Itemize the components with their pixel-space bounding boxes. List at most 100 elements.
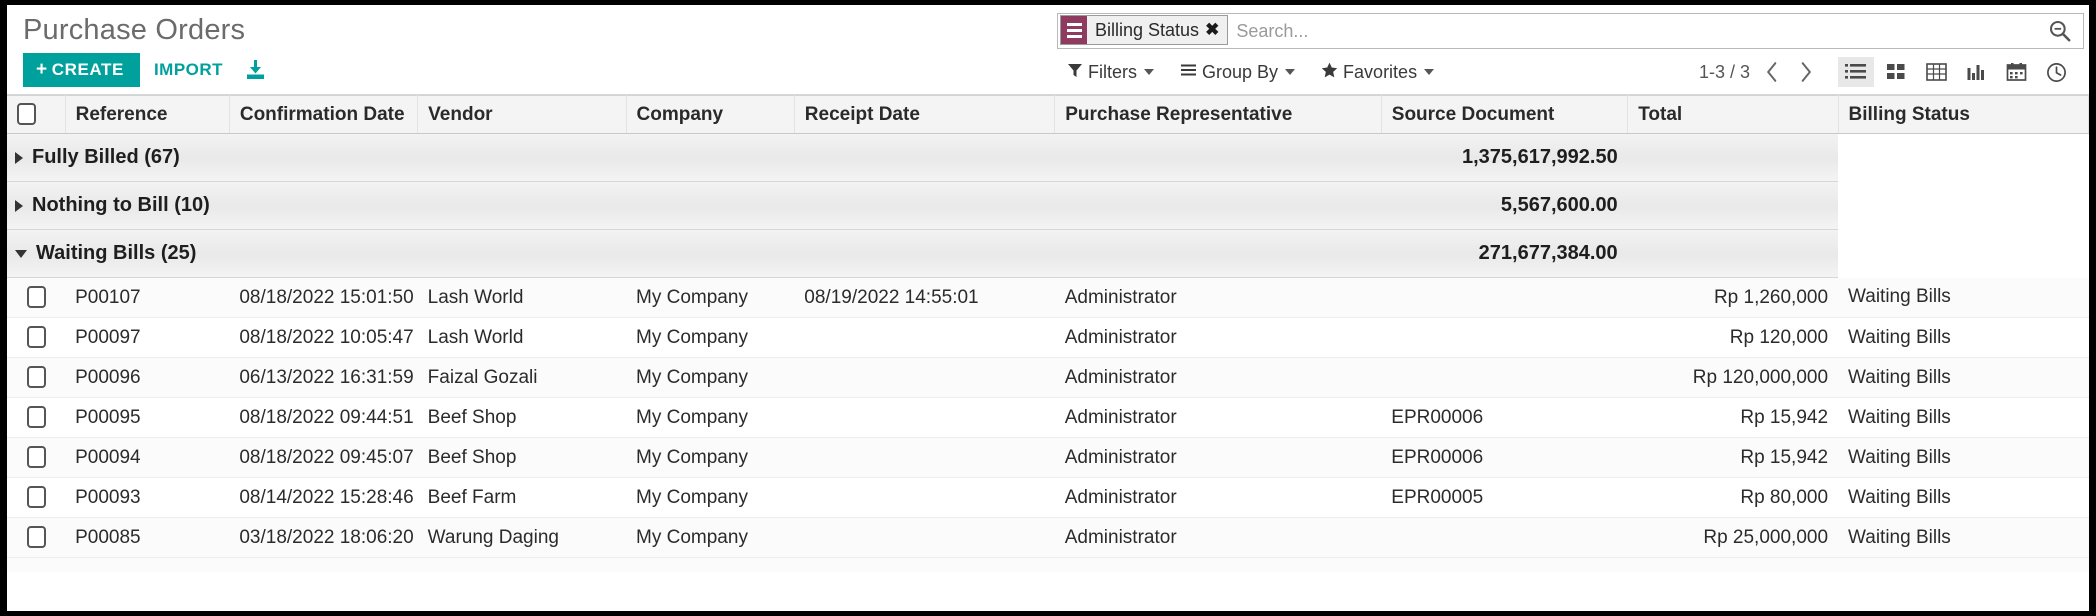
pager-nav bbox=[1764, 61, 1814, 83]
table-row[interactable]: P00107 08/18/2022 15:01:50 Lash World My… bbox=[7, 277, 2089, 318]
search-view[interactable]: Billing Status ✖ bbox=[1057, 13, 2084, 49]
table-header: Reference Confirmation Date Vendor Compa… bbox=[7, 95, 2089, 134]
search-icon[interactable] bbox=[2047, 14, 2083, 48]
cell-vendor: Faizal Gozali bbox=[427, 366, 538, 388]
table-row[interactable]: P00096 06/13/2022 16:31:59 Faizal Gozali… bbox=[7, 357, 2089, 398]
row-checkbox[interactable] bbox=[26, 406, 46, 429]
action-buttons: + CREATE IMPORT bbox=[23, 53, 267, 87]
row-select-cell bbox=[7, 278, 65, 318]
cell-vendor: Lash World bbox=[427, 326, 524, 348]
cell-billing-status: Waiting Bills bbox=[1848, 286, 1951, 308]
calendar-view-button[interactable] bbox=[1998, 57, 2034, 87]
select-all-checkbox[interactable] bbox=[17, 103, 36, 126]
kanban-view-button[interactable] bbox=[1878, 57, 1914, 87]
cell-reference[interactable]: P00094 bbox=[65, 438, 229, 478]
table-row[interactable]: P00094 08/18/2022 09:45:07 Beef Shop My … bbox=[7, 437, 2089, 478]
row-select-cell bbox=[7, 438, 65, 478]
group-label: Nothing to Bill (10) bbox=[32, 194, 210, 216]
page-title: Purchase Orders bbox=[23, 14, 246, 46]
filters-dropdown[interactable]: Filters bbox=[1067, 62, 1154, 83]
cell-total: Rp 80,000 bbox=[1740, 486, 1829, 508]
cell-reference[interactable]: P00097 bbox=[65, 318, 229, 358]
row-checkbox[interactable] bbox=[26, 446, 46, 469]
table-bottom-spacer bbox=[7, 557, 2089, 572]
group-header-cell: Fully Billed (67) bbox=[7, 133, 1382, 182]
filters-label: Filters bbox=[1088, 61, 1137, 82]
column-header-vendor[interactable]: Vendor bbox=[417, 95, 627, 134]
column-header-source-document[interactable]: Source Document bbox=[1381, 95, 1629, 134]
select-all-header bbox=[7, 95, 66, 134]
cell-confirmation-date: 08/14/2022 15:28:46 bbox=[239, 486, 414, 508]
chevron-down-icon bbox=[1285, 69, 1296, 75]
close-icon[interactable]: ✖ bbox=[1205, 16, 1227, 44]
cell-confirmation-date: 08/18/2022 09:44:51 bbox=[239, 406, 414, 428]
column-header-billing-status[interactable]: Billing Status bbox=[1838, 95, 2089, 134]
cell-source-document: EPR00006 bbox=[1391, 446, 1484, 468]
table-row[interactable]: P00095 08/18/2022 09:44:51 Beef Shop My … bbox=[7, 398, 2089, 438]
chevron-right-icon[interactable] bbox=[1798, 61, 1814, 83]
column-header-purchase-representative[interactable]: Purchase Representative bbox=[1054, 95, 1382, 134]
spacer-cell bbox=[7, 557, 2089, 572]
row-select-cell bbox=[7, 478, 65, 518]
cell-purchase-representative: Administrator bbox=[1064, 526, 1177, 548]
group-header-cell: Nothing to Bill (10) bbox=[7, 181, 1382, 230]
column-header-confirmation-date[interactable]: Confirmation Date bbox=[229, 95, 419, 134]
download-icon[interactable] bbox=[243, 58, 267, 82]
search-toolbar: Filters Group By Favorites 1-3 / 3 bbox=[1057, 53, 2084, 91]
list-view-button[interactable] bbox=[1838, 57, 1874, 87]
cell-reference[interactable]: P00085 bbox=[65, 518, 229, 558]
import-button[interactable]: IMPORT bbox=[154, 60, 223, 80]
row-checkbox[interactable] bbox=[26, 326, 46, 349]
search-facet-billing-status[interactable]: Billing Status ✖ bbox=[1060, 15, 1229, 45]
chevron-down-icon bbox=[15, 249, 27, 258]
graph-view-button[interactable] bbox=[1958, 57, 1994, 87]
groupby-dropdown[interactable]: Group By bbox=[1180, 61, 1296, 83]
column-header-company[interactable]: Company bbox=[626, 95, 795, 134]
purchase-orders-table: Reference Confirmation Date Vendor Compa… bbox=[7, 95, 2089, 572]
cell-source-document bbox=[1381, 358, 1627, 398]
cell-vendor: Lash World bbox=[427, 286, 524, 308]
search-facet-label: Billing Status bbox=[1095, 19, 1200, 40]
group-row-fully-billed[interactable]: Fully Billed (67) 1,375,617,992.50 bbox=[7, 133, 2089, 182]
row-checkbox[interactable] bbox=[26, 286, 46, 309]
cell-company: My Company bbox=[636, 366, 748, 388]
cell-billing-status: Waiting Bills bbox=[1848, 406, 1951, 428]
row-checkbox[interactable] bbox=[26, 526, 46, 549]
cell-receipt-date bbox=[794, 358, 1054, 398]
table-row[interactable]: P00085 03/18/2022 18:06:20 Warung Daging… bbox=[7, 517, 2089, 558]
filter-dropdowns: Filters Group By Favorites bbox=[1067, 61, 1435, 83]
cell-source-document: EPR00005 bbox=[1391, 486, 1484, 508]
table-row[interactable]: P00093 08/14/2022 15:28:46 Beef Farm My … bbox=[7, 478, 2089, 518]
cell-purchase-representative: Administrator bbox=[1064, 366, 1177, 388]
cell-vendor: Warung Daging bbox=[427, 526, 559, 548]
activity-view-button[interactable] bbox=[2038, 57, 2074, 87]
cell-total: Rp 15,942 bbox=[1740, 406, 1829, 428]
groupby-label: Group By bbox=[1202, 61, 1279, 82]
column-header-receipt-date[interactable]: Receipt Date bbox=[794, 95, 1056, 134]
odoo-purchase-orders-screen: Purchase Orders + CREATE IMPORT Billing … bbox=[0, 0, 2096, 616]
row-checkbox[interactable] bbox=[26, 486, 46, 509]
view-switcher bbox=[1838, 57, 2074, 87]
cell-reference[interactable]: P00107 bbox=[65, 278, 229, 318]
cell-reference[interactable]: P00096 bbox=[65, 358, 229, 398]
column-header-reference[interactable]: Reference bbox=[65, 95, 230, 134]
cell-billing-status: Waiting Bills bbox=[1848, 326, 1951, 348]
cell-reference[interactable]: P00093 bbox=[65, 478, 229, 518]
filter-funnel-icon bbox=[1067, 62, 1083, 83]
create-button[interactable]: + CREATE bbox=[23, 53, 140, 87]
cell-purchase-representative: Administrator bbox=[1064, 286, 1177, 308]
row-checkbox[interactable] bbox=[26, 366, 46, 389]
group-billing-cell bbox=[1627, 133, 1839, 182]
search-input[interactable] bbox=[1228, 14, 2047, 48]
table-row[interactable]: P00097 08/18/2022 10:05:47 Lash World My… bbox=[7, 318, 2089, 358]
cell-company: My Company bbox=[636, 526, 748, 548]
column-header-total[interactable]: Total bbox=[1627, 95, 1839, 134]
cell-reference[interactable]: P00095 bbox=[65, 398, 229, 438]
pivot-view-button[interactable] bbox=[1918, 57, 1954, 87]
cell-source-document bbox=[1381, 518, 1627, 558]
favorites-dropdown[interactable]: Favorites bbox=[1321, 62, 1435, 83]
cell-confirmation-date: 08/18/2022 10:05:47 bbox=[239, 326, 414, 348]
group-row-nothing-to-bill[interactable]: Nothing to Bill (10) 5,567,600.00 bbox=[7, 181, 2089, 230]
group-row-waiting-bills[interactable]: Waiting Bills (25) 271,677,384.00 bbox=[7, 229, 2089, 278]
chevron-left-icon[interactable] bbox=[1764, 61, 1780, 83]
